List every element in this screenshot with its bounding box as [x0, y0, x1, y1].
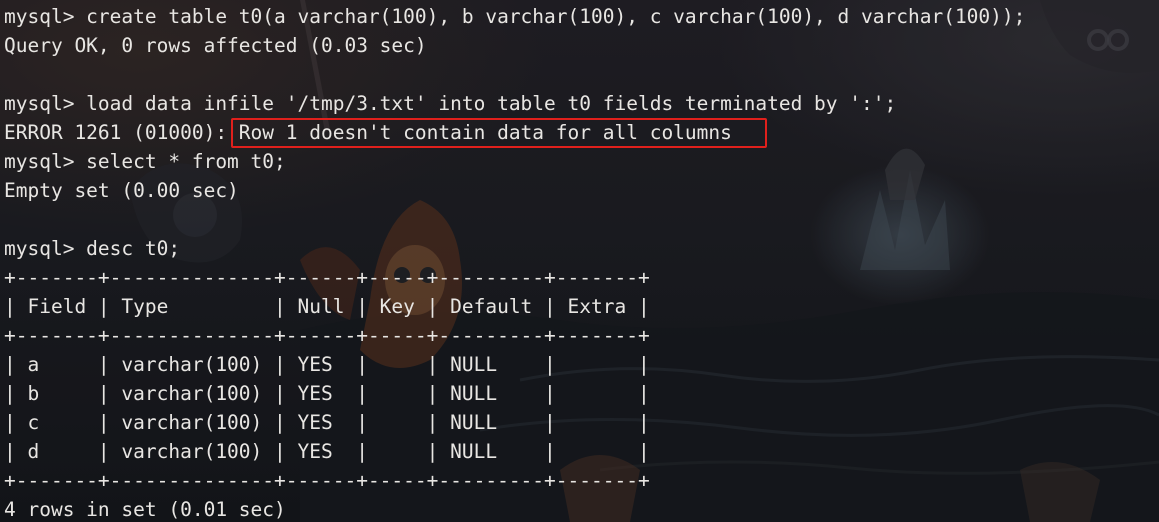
error-message: ERROR 1261 (01000): Row 1 doesn't contai… [4, 121, 732, 144]
table-header-row: | Field | Type | Null | Key | Default | … [4, 295, 650, 318]
table-row: | c | varchar(100) | YES | | NULL | | [4, 411, 650, 434]
table-border-bottom: +-------+--------------+------+-----+---… [4, 469, 650, 492]
command-create-table: mysql> create table t0(a varchar(100), b… [4, 5, 1026, 28]
rows-in-set-message: 4 rows in set (0.01 sec) [4, 498, 286, 521]
command-load-data: mysql> load data infile '/tmp/3.txt' int… [4, 92, 897, 115]
terminal-output[interactable]: mysql> create table t0(a varchar(100), b… [4, 0, 1154, 522]
table-row: | b | varchar(100) | YES | | NULL | | [4, 382, 650, 405]
command-select: mysql> select * from t0; [4, 150, 286, 173]
table-row: | d | varchar(100) | YES | | NULL | | [4, 440, 650, 463]
empty-set-message: Empty set (0.00 sec) [4, 179, 239, 202]
command-desc: mysql> desc t0; [4, 237, 181, 260]
query-ok-message: Query OK, 0 rows affected (0.03 sec) [4, 34, 427, 57]
table-border-top: +-------+--------------+------+-----+---… [4, 266, 650, 289]
table-row: | a | varchar(100) | YES | | NULL | | [4, 353, 650, 376]
table-border-header: +-------+--------------+------+-----+---… [4, 324, 650, 347]
